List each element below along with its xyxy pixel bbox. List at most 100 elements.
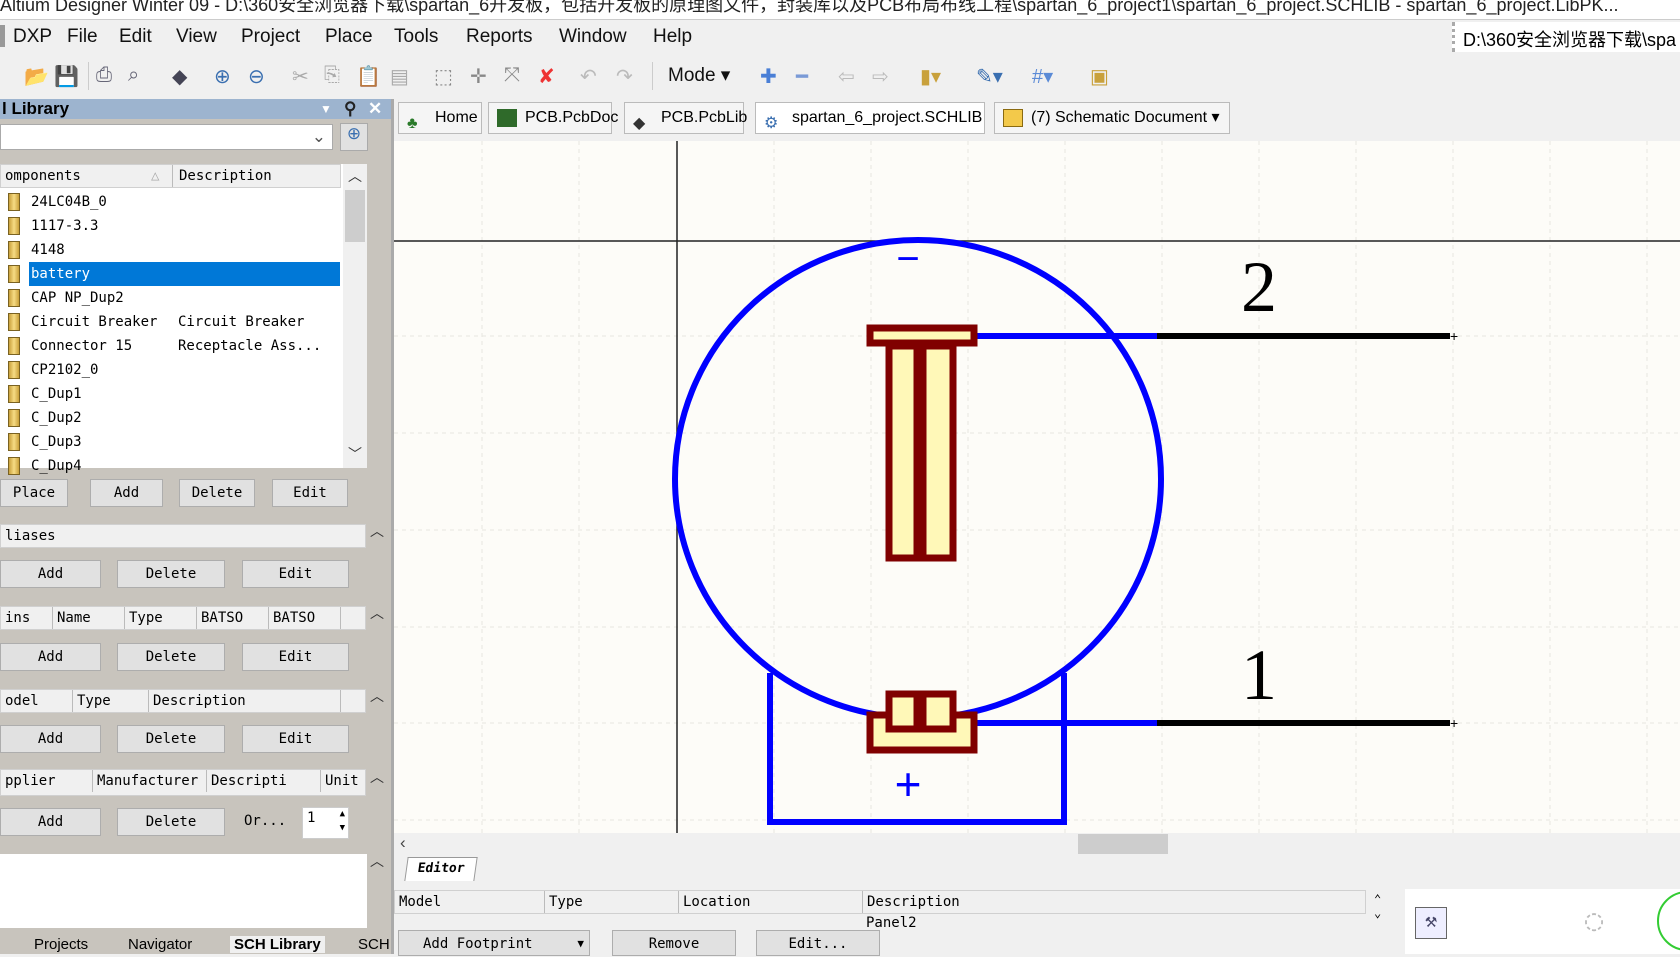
horizontal-scrollbar[interactable]: ‹: [394, 833, 1680, 854]
delete-model-button[interactable]: Delete: [117, 725, 225, 753]
clear-filter-icon[interactable]: ✘: [538, 64, 555, 89]
close-icon[interactable]: ✕: [368, 99, 382, 119]
edit-pin-button[interactable]: Edit: [242, 643, 349, 671]
col-supplier[interactable]: pplier: [1, 770, 93, 792]
menu-help[interactable]: Help: [653, 26, 692, 48]
component-row[interactable]: Circuit Breaker Circuit Breaker: [0, 310, 340, 334]
component-row[interactable]: battery: [0, 262, 340, 286]
quantity-stepper[interactable]: 1 ▲ ▼: [302, 807, 349, 839]
col-description[interactable]: Description: [175, 165, 340, 187]
add-pin-button[interactable]: Add: [0, 643, 101, 671]
zoom-in-icon[interactable]: ⊕: [214, 64, 231, 89]
col-model[interactable]: odel: [1, 690, 73, 712]
path-box[interactable]: D:\360安全浏览器下载\spa: [1452, 22, 1680, 52]
list-scrollbar[interactable]: ︿ ﹀: [343, 164, 367, 468]
col-pins[interactable]: ins: [1, 607, 53, 629]
remove-part-icon[interactable]: ━: [796, 64, 808, 89]
delete-alias-button[interactable]: Delete: [117, 560, 225, 588]
model-manager-icon[interactable]: ▣: [1090, 64, 1109, 89]
col-manufacturer[interactable]: Manufacturer: [93, 770, 207, 792]
col-type[interactable]: Type: [73, 690, 149, 712]
open-icon[interactable]: 📂: [24, 64, 49, 89]
tab-schlib[interactable]: ⚙ spartan_6_project.SCHLIB: [755, 102, 985, 134]
component-row[interactable]: C_Dup1: [0, 382, 340, 406]
col-unit[interactable]: Unit: [321, 770, 365, 792]
redo-icon[interactable]: ↷: [616, 64, 633, 89]
edit-model-button[interactable]: Edit...: [756, 930, 880, 956]
add-supplier-button[interactable]: Add: [0, 808, 101, 836]
add-footprint-button[interactable]: Add Footprint ▼: [398, 930, 590, 956]
pad-terminal-bottom[interactable]: [866, 690, 978, 754]
collapse-icon[interactable]: ︿: [370, 851, 384, 871]
col-components[interactable]: omponents: [1, 165, 173, 187]
component-row[interactable]: CAP NP_Dup2: [0, 286, 340, 310]
col-location[interactable]: Location: [679, 891, 863, 913]
add-model-button[interactable]: Add: [0, 725, 101, 753]
add-alias-button[interactable]: Add: [0, 560, 101, 588]
menu-reports[interactable]: Reports: [466, 26, 533, 48]
component-row[interactable]: 4148: [0, 238, 340, 262]
prev-part-icon[interactable]: ⇦: [838, 64, 855, 89]
col-description[interactable]: Description: [149, 690, 341, 712]
search-icon[interactable]: ⊕: [340, 123, 368, 151]
undo-icon[interactable]: ↶: [580, 64, 597, 89]
scroll-thumb[interactable]: [1078, 834, 1168, 854]
col-model[interactable]: Model: [395, 891, 545, 913]
pin-1[interactable]: +: [975, 715, 1458, 731]
pad-terminal-top[interactable]: [866, 324, 978, 562]
tab-editor[interactable]: Editor: [404, 857, 478, 881]
deselect-icon[interactable]: ⤧: [504, 64, 520, 87]
add-component-button[interactable]: Add: [90, 479, 163, 507]
save-icon[interactable]: 💾: [54, 64, 79, 89]
component-icon[interactable]: ▮▾: [920, 64, 941, 89]
scroll-thumb[interactable]: [345, 190, 365, 242]
print-icon[interactable]: ⎙: [96, 64, 112, 87]
stepper-down-icon[interactable]: ▼: [340, 823, 345, 833]
menu-project[interactable]: Project: [241, 26, 300, 48]
menu-file[interactable]: File: [67, 26, 98, 48]
tab-projects[interactable]: Projects: [34, 936, 88, 953]
edit-alias-button[interactable]: Edit: [242, 560, 349, 588]
paste-icon[interactable]: 📋: [356, 64, 381, 89]
next-part-icon[interactable]: ⇨: [872, 64, 889, 89]
menu-window[interactable]: Window: [559, 26, 627, 48]
collapse-icon[interactable]: ︿: [370, 521, 384, 541]
component-row[interactable]: CP2102_0: [0, 358, 340, 382]
grid-icon[interactable]: #▾: [1032, 64, 1053, 89]
col-type[interactable]: Type: [125, 607, 197, 629]
stepper-up-icon[interactable]: ▲: [340, 809, 345, 819]
tab-sch[interactable]: SCH: [358, 936, 390, 953]
component-row[interactable]: C_Dup3: [0, 430, 340, 454]
collapse-icon[interactable]: ︿: [370, 686, 384, 706]
scroll-down-icon[interactable]: ﹀: [348, 444, 362, 464]
col-batso-1[interactable]: BATSO: [197, 607, 269, 629]
component-row[interactable]: 24LC04B_0: [0, 190, 340, 214]
col-description[interactable]: Description: [863, 891, 1363, 913]
col-batso-2[interactable]: BATSO: [269, 607, 341, 629]
tab-sch-library[interactable]: SCH Library: [230, 936, 325, 953]
move-icon[interactable]: ✛: [470, 64, 487, 89]
col-type[interactable]: Type: [545, 891, 679, 913]
menu-dxp[interactable]: DXP: [13, 26, 52, 48]
component-row[interactable]: Connector 15 Receptacle Ass...: [0, 334, 340, 358]
scroll-arrows-icon[interactable]: ⌃ ⌄: [1374, 892, 1381, 920]
menu-edit[interactable]: Edit: [119, 26, 152, 48]
place-button[interactable]: Place: [0, 479, 68, 507]
col-description[interactable]: Descripti: [207, 770, 321, 792]
component-row[interactable]: 1117-3.3: [0, 214, 340, 238]
drawing-tools-icon[interactable]: ✎▾: [976, 64, 1003, 89]
copy-icon[interactable]: ⎘: [324, 64, 340, 87]
layers-icon[interactable]: ◆: [172, 64, 187, 89]
schematic-canvas[interactable]: + + 2 1 − +: [394, 141, 1680, 833]
preview-tool-icon[interactable]: ⚒: [1415, 907, 1447, 939]
component-row[interactable]: C_Dup2: [0, 406, 340, 430]
select-rect-icon[interactable]: ⬚: [434, 64, 453, 89]
component-row[interactable]: C_Dup4: [0, 454, 340, 478]
delete-supplier-button[interactable]: Delete: [117, 808, 225, 836]
menu-place[interactable]: Place: [325, 26, 373, 48]
delete-component-button[interactable]: Delete: [179, 479, 255, 507]
remove-button[interactable]: Remove: [612, 930, 736, 956]
collapse-icon[interactable]: ︿: [370, 603, 384, 623]
tab-pcblib[interactable]: ◆ PCB.PcbLib: [624, 102, 747, 134]
chevron-down-icon[interactable]: ▼: [577, 931, 584, 957]
